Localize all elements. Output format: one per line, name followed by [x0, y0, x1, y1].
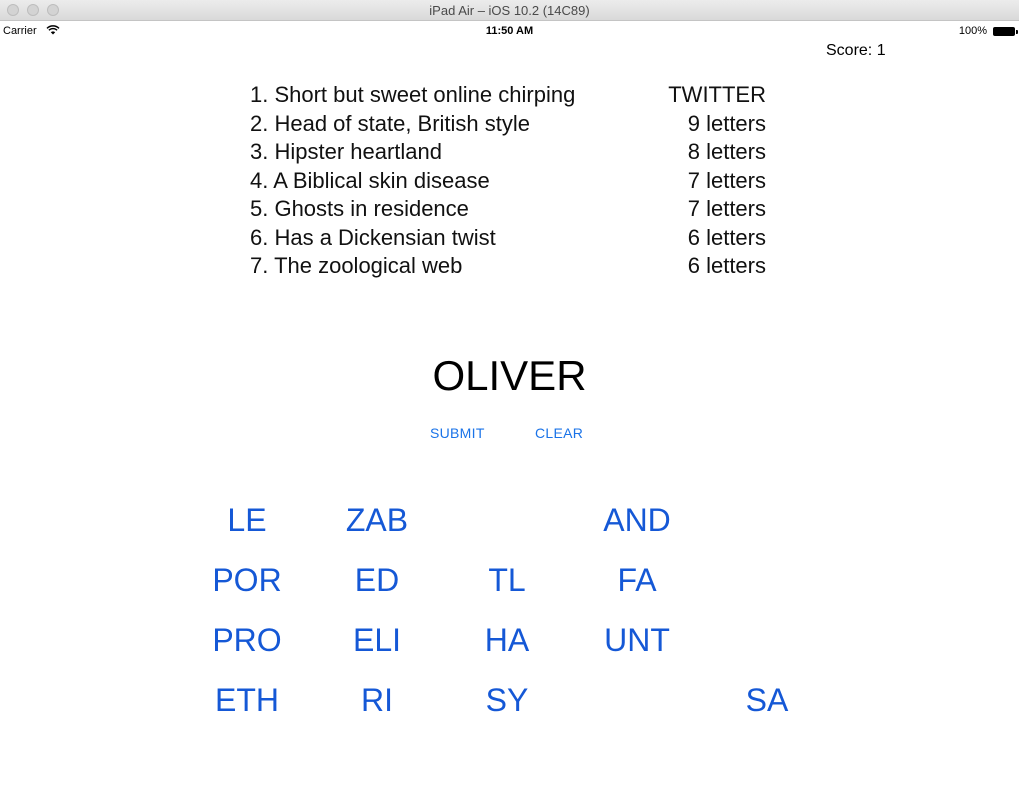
window-title: iPad Air – iOS 10.2 (14C89) [429, 3, 590, 18]
clue-text: 3. Hipster heartland [250, 139, 442, 164]
tile-r1c1[interactable]: LE [187, 502, 307, 539]
tile-r2c3[interactable]: TL [447, 562, 567, 599]
clue-list: 1. Short but sweet online chirping TWITT… [250, 82, 766, 282]
clue-answer: 7 letters [687, 167, 766, 193]
clue-answer: 8 letters [687, 139, 766, 164]
clue-row: 1. Short but sweet online chirping TWITT… [250, 82, 766, 111]
tile-r1c4[interactable]: AND [577, 502, 697, 539]
window-titlebar: iPad Air – iOS 10.2 (14C89) [0, 0, 1019, 21]
clue-answer: 6 letters [687, 224, 766, 250]
tile-r3c4[interactable]: UNT [577, 622, 697, 659]
clue-answer: 9 letters [687, 110, 766, 136]
clue-text: 2. Head of state, British style [250, 110, 531, 136]
clue-row: 6. Has a Dickensian twist 6 letters [250, 225, 766, 254]
tile-r4c5[interactable]: SA [707, 682, 827, 719]
tile-r3c2[interactable]: ELI [317, 622, 437, 659]
clue-row: 4. A Biblical skin disease 7 letters [250, 168, 766, 197]
current-answer: OLIVER [432, 352, 587, 399]
battery-percentage: 100% [958, 25, 987, 37]
submit-button[interactable]: SUBMIT [430, 425, 485, 441]
score-label: Score: 1 [826, 42, 886, 59]
battery-icon [993, 27, 1018, 36]
tile-r2c2[interactable]: ED [317, 562, 437, 599]
clue-text: 6. Has a Dickensian twist [250, 224, 496, 250]
clear-button[interactable]: CLEAR [535, 425, 583, 441]
status-bar: Carrier 11:50 AM 100% [0, 21, 1019, 41]
tile-r4c1[interactable]: ETH [187, 682, 307, 719]
clue-answer: 7 letters [687, 196, 766, 221]
tile-r4c3[interactable]: SY [447, 682, 567, 719]
clue-row: 3. Hipster heartland 8 letters [250, 139, 766, 168]
tile-r3c1[interactable]: PRO [187, 622, 307, 659]
clue-row: 7. The zoological web 6 letters [250, 253, 766, 282]
clue-row: 2. Head of state, British style 9 letter… [250, 111, 766, 140]
clue-answer: 6 letters [687, 253, 766, 278]
clue-text: 7. The zoological web [250, 253, 463, 278]
tile-r2c1[interactable]: POR [187, 562, 307, 599]
status-time: 11:50 AM [485, 25, 534, 37]
clue-text: 4. A Biblical skin disease [250, 167, 490, 193]
tile-r4c2[interactable]: RI [317, 682, 437, 719]
tile-r2c4[interactable]: FA [577, 562, 697, 599]
clue-row: 5. Ghosts in residence 7 letters [250, 196, 766, 225]
clue-text: 5. Ghosts in residence [250, 196, 469, 221]
tile-r1c2[interactable]: ZAB [317, 502, 437, 539]
clue-answer: TWITTER [668, 82, 766, 107]
tile-r3c3[interactable]: HA [447, 622, 567, 659]
clue-text: 1. Short but sweet online chirping [250, 82, 576, 107]
